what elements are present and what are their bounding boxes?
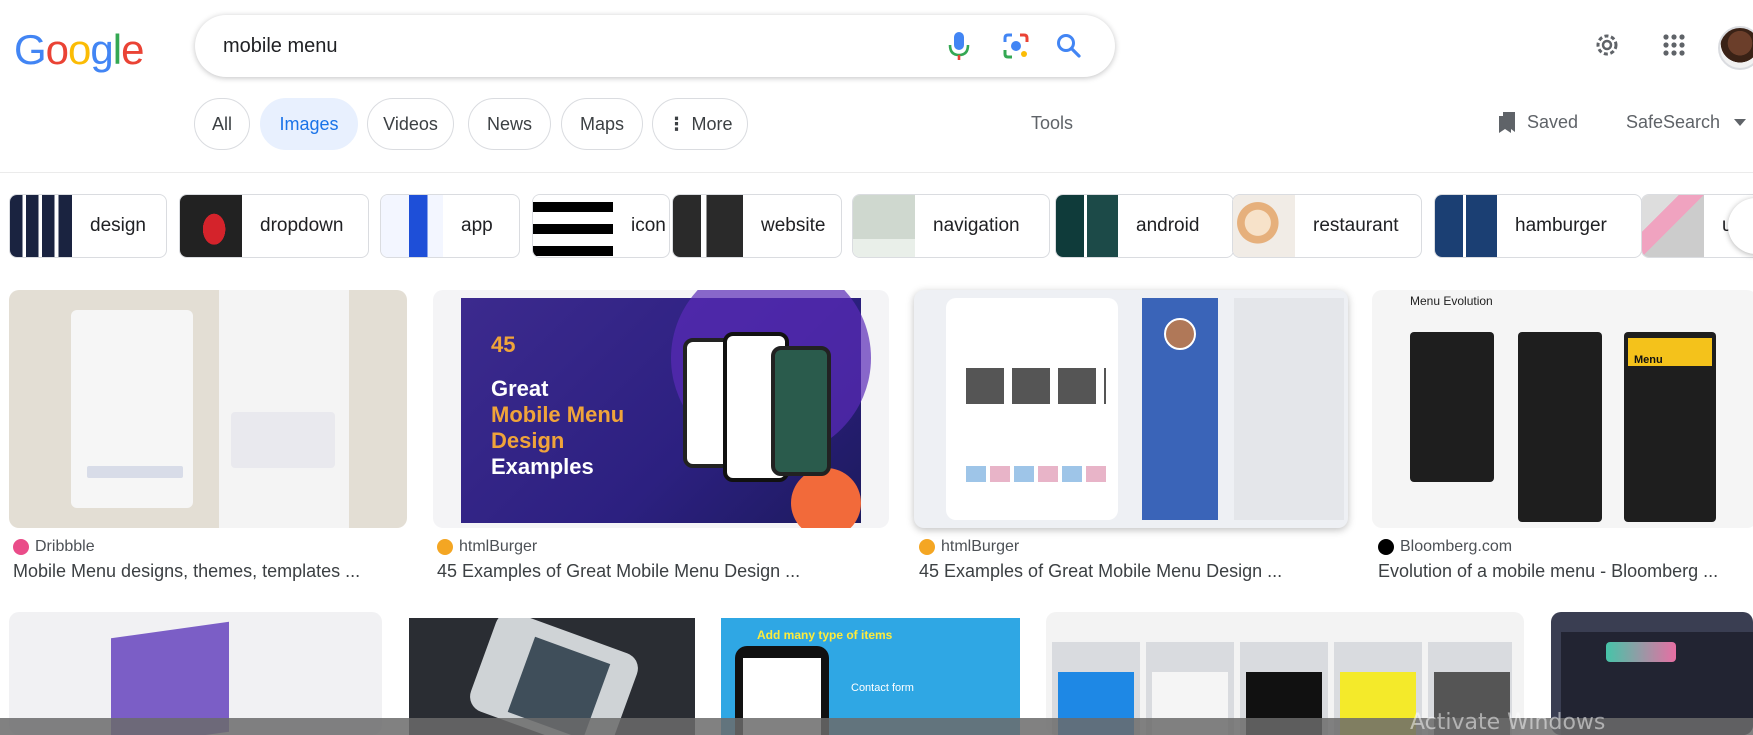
camera-lens-icon[interactable] xyxy=(1000,30,1032,62)
source-name: Dribbble xyxy=(35,538,95,555)
apps-grid-icon[interactable] xyxy=(1657,28,1691,62)
chip-thumbnail xyxy=(1435,195,1497,257)
tab-more[interactable]: ⋮ More xyxy=(652,98,748,150)
tab-news[interactable]: News xyxy=(468,98,551,150)
chip-label: icon xyxy=(631,215,666,236)
chip-thumbnail xyxy=(853,195,915,257)
google-logo[interactable]: Google xyxy=(14,26,144,74)
chip-label: app xyxy=(461,215,493,236)
result-title[interactable]: Evolution of a mobile menu - Bloomberg .… xyxy=(1378,561,1718,582)
logo-letter: o xyxy=(45,26,69,73)
image-text: Examples xyxy=(491,454,594,479)
related-chip-hamburger[interactable]: hamburger xyxy=(1434,194,1642,258)
tools-button[interactable]: Tools xyxy=(1031,113,1073,134)
saved-label: Saved xyxy=(1527,111,1579,132)
windows-watermark: Activate Windows xyxy=(1410,710,1606,735)
related-chip-restaurant[interactable]: restaurant xyxy=(1232,194,1422,258)
result-thumbnail xyxy=(914,290,1348,528)
logo-letter: g xyxy=(90,26,113,73)
chip-thumbnail xyxy=(1233,195,1295,257)
bookmarks-icon xyxy=(1499,112,1515,133)
chip-thumbnail xyxy=(1056,195,1118,257)
tab-images[interactable]: Images xyxy=(260,98,358,150)
image-text: Menu Evolution xyxy=(1410,294,1493,308)
related-chip-design[interactable]: design xyxy=(9,194,167,258)
avatar[interactable] xyxy=(1718,26,1753,70)
microphone-icon[interactable] xyxy=(943,30,975,62)
chip-thumbnail xyxy=(180,195,242,257)
related-chip-icon[interactable]: icon xyxy=(532,194,670,258)
image-text: Mobile Menu xyxy=(491,402,625,427)
result-title[interactable]: 45 Examples of Great Mobile Menu Design … xyxy=(437,561,800,582)
related-chip-website[interactable]: website xyxy=(672,194,842,258)
chip-label: restaurant xyxy=(1313,215,1399,236)
image-text: Design xyxy=(491,428,565,453)
result-source: Dribbble xyxy=(13,538,95,556)
logo-letter: e xyxy=(121,26,144,73)
result-source: htmlBurger xyxy=(437,538,537,556)
image-result[interactable]: Menu Evolution Menu xyxy=(1372,290,1753,528)
logo-letter: l xyxy=(112,26,122,73)
image-text: Add many type of items xyxy=(757,628,893,642)
search-icon[interactable] xyxy=(1053,30,1085,62)
chip-label: dropdown xyxy=(260,215,344,236)
tab-videos[interactable]: Videos xyxy=(367,98,454,150)
chip-thumbnail xyxy=(1642,195,1704,257)
logo-letter: G xyxy=(14,26,47,73)
result-source: htmlBurger xyxy=(919,538,1019,556)
caret-down-icon xyxy=(1734,118,1747,126)
htmlburger-icon xyxy=(919,539,935,555)
result-title[interactable]: Mobile Menu designs, themes, templates .… xyxy=(13,561,360,582)
search-input[interactable] xyxy=(223,34,903,58)
source-name: htmlBurger xyxy=(459,538,538,555)
htmlburger-icon xyxy=(437,539,453,555)
more-vert-icon: ⋮ xyxy=(667,113,686,134)
chip-thumbnail xyxy=(673,195,743,257)
chip-thumbnail xyxy=(533,195,613,257)
related-chip-android[interactable]: android xyxy=(1055,194,1234,258)
result-title[interactable]: 45 Examples of Great Mobile Menu Design … xyxy=(919,561,1282,582)
image-text: 45 xyxy=(491,332,516,357)
chip-thumbnail xyxy=(10,195,72,257)
header-divider xyxy=(0,172,1753,173)
result-thumbnail xyxy=(9,612,382,735)
dribbble-icon xyxy=(13,539,29,555)
image-text: Menu xyxy=(1634,354,1663,366)
related-chip-dropdown[interactable]: dropdown xyxy=(179,194,369,258)
chip-label: android xyxy=(1136,215,1200,236)
related-chip-navigation[interactable]: navigation xyxy=(852,194,1050,258)
chip-label: hamburger xyxy=(1515,215,1607,236)
bloomberg-icon xyxy=(1378,539,1394,555)
chip-thumbnail xyxy=(381,195,443,257)
image-text: Great xyxy=(491,376,549,401)
result-thumbnail xyxy=(9,290,407,528)
chip-label: navigation xyxy=(933,215,1020,236)
result-thumbnail: 45 Great Mobile Menu Design Examples xyxy=(433,290,889,528)
image-result[interactable]: 45 Great Mobile Menu Design Examples xyxy=(433,290,889,528)
safesearch-label: SafeSearch xyxy=(1626,112,1721,132)
tab-more-label: More xyxy=(691,113,733,134)
logo-letter: o xyxy=(68,26,91,73)
result-thumbnail: Menu Evolution Menu xyxy=(1372,290,1753,528)
tab-maps[interactable]: Maps xyxy=(561,98,643,150)
result-source: Bloomberg.com xyxy=(1378,538,1512,556)
tab-all[interactable]: All xyxy=(194,98,250,150)
search-box xyxy=(195,15,1115,77)
source-name: htmlBurger xyxy=(941,538,1020,555)
related-chip-app[interactable]: app xyxy=(380,194,520,258)
settings-gear-icon[interactable] xyxy=(1590,28,1624,62)
image-result[interactable] xyxy=(9,612,382,735)
safesearch-dropdown[interactable]: SafeSearch xyxy=(1626,112,1747,133)
source-name: Bloomberg.com xyxy=(1400,538,1513,555)
image-result[interactable] xyxy=(9,290,407,528)
image-text: Contact form xyxy=(851,682,914,694)
chip-label: website xyxy=(761,215,826,236)
saved-button[interactable]: Saved xyxy=(1497,110,1578,134)
image-result[interactable] xyxy=(914,290,1348,528)
chip-label: design xyxy=(90,215,146,236)
